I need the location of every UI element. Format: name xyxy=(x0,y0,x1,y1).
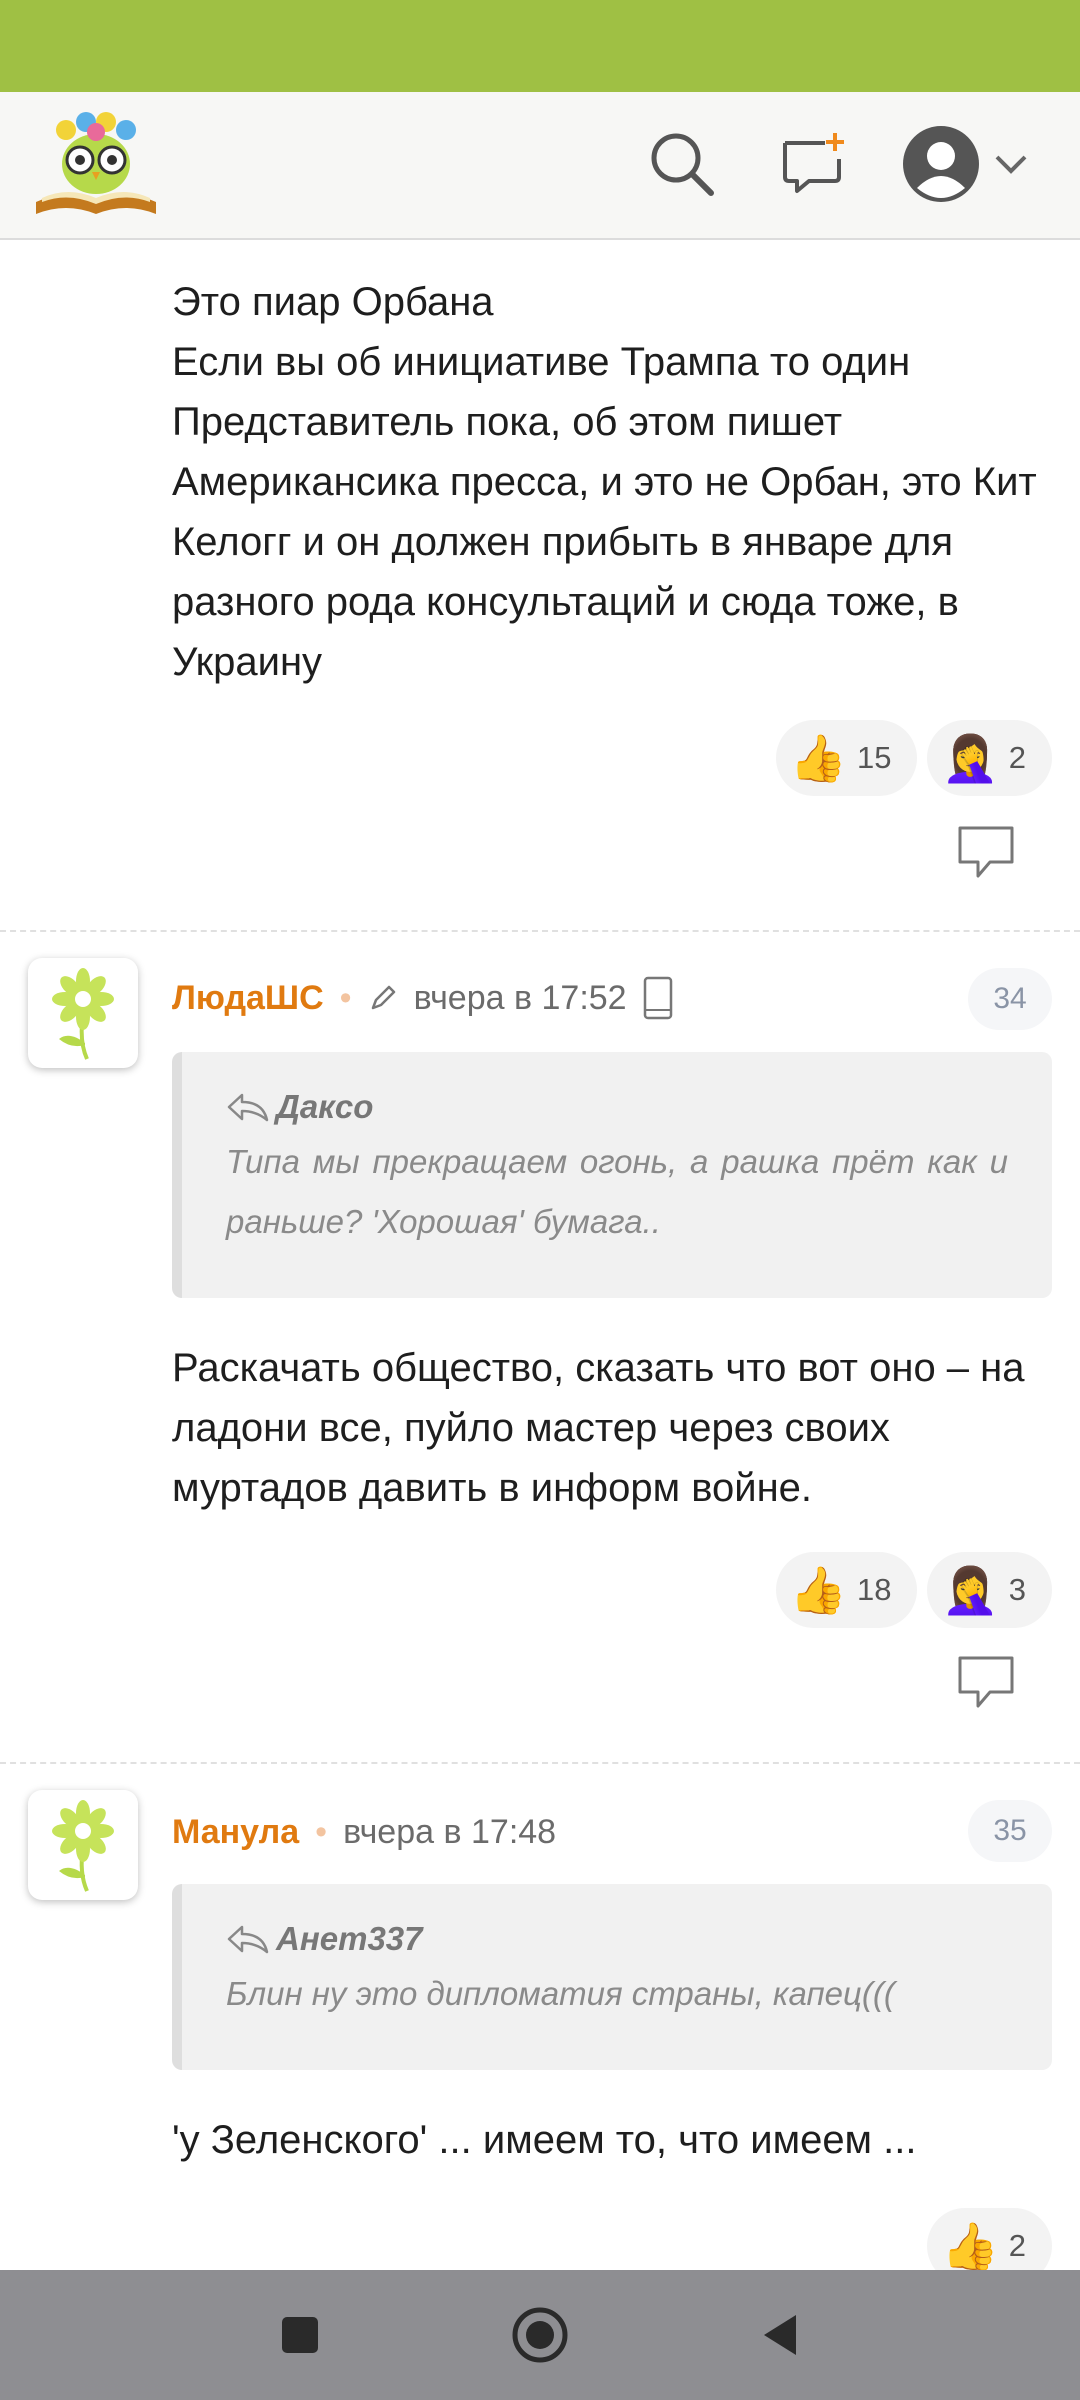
quote-author-name[interactable]: Даксо xyxy=(276,1088,373,1126)
new-post-icon xyxy=(783,133,844,193)
facepalm-count: 2 xyxy=(1008,740,1026,775)
thumbs-up-icon: 👍 xyxy=(789,1564,847,1616)
flower-avatar-icon xyxy=(52,1800,114,1892)
comment-number[interactable]: 35 xyxy=(968,1800,1052,1862)
divider xyxy=(0,1762,1080,1764)
user-avatar-icon xyxy=(903,126,979,202)
author-name[interactable]: Манула xyxy=(172,1813,299,1852)
home-button[interactable] xyxy=(505,2300,575,2370)
facepalm-count: 3 xyxy=(1008,1572,1026,1607)
mobile-device-icon xyxy=(643,976,672,1020)
comment-text: 'у Зеленского' ... имеем то, что имеем .… xyxy=(172,2118,917,2162)
new-post-button[interactable] xyxy=(772,122,856,206)
author-name[interactable]: ЛюдаШС xyxy=(172,979,324,1018)
status-bar xyxy=(0,0,1080,92)
quote-text: Блин ну это дипломатия страны, капец((( xyxy=(226,1975,895,2012)
like-count: 18 xyxy=(856,1572,892,1607)
like-reaction[interactable]: 👍 2 xyxy=(927,2208,1052,2270)
flower-avatar-icon xyxy=(52,968,114,1060)
comment-time: вчера в 17:52 xyxy=(413,978,627,1017)
back-button[interactable] xyxy=(745,2300,815,2370)
facepalm-icon: 🤦‍♀️ xyxy=(941,732,999,784)
comment-reactions: 👍 2 xyxy=(927,2208,1052,2270)
reply-arrow-icon xyxy=(227,1093,269,1122)
quote-text: Типа мы прекращаем огонь, а рашка прёт к… xyxy=(226,1143,1008,1240)
owl-book-logo-icon xyxy=(36,112,156,214)
facepalm-reaction[interactable]: 🤦‍♀️ 3 xyxy=(927,1552,1052,1628)
thumbs-up-icon: 👍 xyxy=(789,732,847,784)
quote-block: Анет337 Блин ну это дипломатия страны, к… xyxy=(172,1884,1052,2070)
like-count: 15 xyxy=(856,740,892,775)
post-text: Это пиар Орбана Если вы об инициативе Тр… xyxy=(172,280,1037,684)
system-nav-bar xyxy=(0,2270,1080,2400)
facepalm-icon: 🤦‍♀️ xyxy=(941,1564,999,1616)
comment-time: вчера в 17:48 xyxy=(343,1812,557,1851)
like-reaction[interactable]: 👍 15 xyxy=(775,720,918,796)
reply-bubble-icon[interactable] xyxy=(956,824,1016,880)
separator-dot: • xyxy=(315,1812,328,1851)
app-header xyxy=(0,92,1080,240)
avatar[interactable] xyxy=(28,958,138,1068)
quote-author: Даксо xyxy=(226,1088,1008,1126)
back-triangle-icon xyxy=(764,2315,796,2355)
like-count: 2 xyxy=(1008,2228,1026,2263)
facepalm-reaction[interactable]: 🤦‍♀️ 2 xyxy=(927,720,1052,796)
divider xyxy=(0,930,1080,932)
avatar[interactable] xyxy=(28,1790,138,1900)
search-button[interactable] xyxy=(640,122,724,206)
quote-author: Анет337 xyxy=(226,1920,1008,1958)
chevron-down-icon xyxy=(995,155,1027,174)
search-icon xyxy=(651,133,714,196)
home-circle-icon xyxy=(512,2307,568,2363)
comment-text: Раскачать общество, сказать что вот оно … xyxy=(172,1346,1025,1510)
quote-author-name[interactable]: Анет337 xyxy=(276,1920,423,1958)
quote-block: Даксо Типа мы прекращаем огонь, а рашка … xyxy=(172,1052,1052,1298)
comment-meta: ЛюдаШС • вчера в 17:52 xyxy=(172,970,673,1026)
profile-menu-button[interactable] xyxy=(896,122,1036,206)
reply-bubble-icon[interactable] xyxy=(956,1654,1016,1710)
edit-pencil-icon xyxy=(371,985,395,1010)
comments-feed: Это пиар Орбана Если вы об инициативе Тр… xyxy=(0,240,1080,2270)
comment-number[interactable]: 34 xyxy=(968,968,1052,1030)
separator-dot: • xyxy=(339,978,352,1017)
thumbs-up-icon: 👍 xyxy=(941,2220,999,2270)
comment-reactions: 👍 18 🤦‍♀️ 3 xyxy=(775,1552,1052,1628)
square-icon xyxy=(282,2317,318,2353)
reply-arrow-icon xyxy=(227,1925,269,1954)
site-logo[interactable] xyxy=(32,102,160,220)
like-reaction[interactable]: 👍 18 xyxy=(775,1552,918,1628)
recents-button[interactable] xyxy=(265,2300,335,2370)
comment-meta: Манула • вчера в 17:48 xyxy=(172,1804,556,1860)
post-reactions: 👍 15 🤦‍♀️ 2 xyxy=(775,720,1052,796)
